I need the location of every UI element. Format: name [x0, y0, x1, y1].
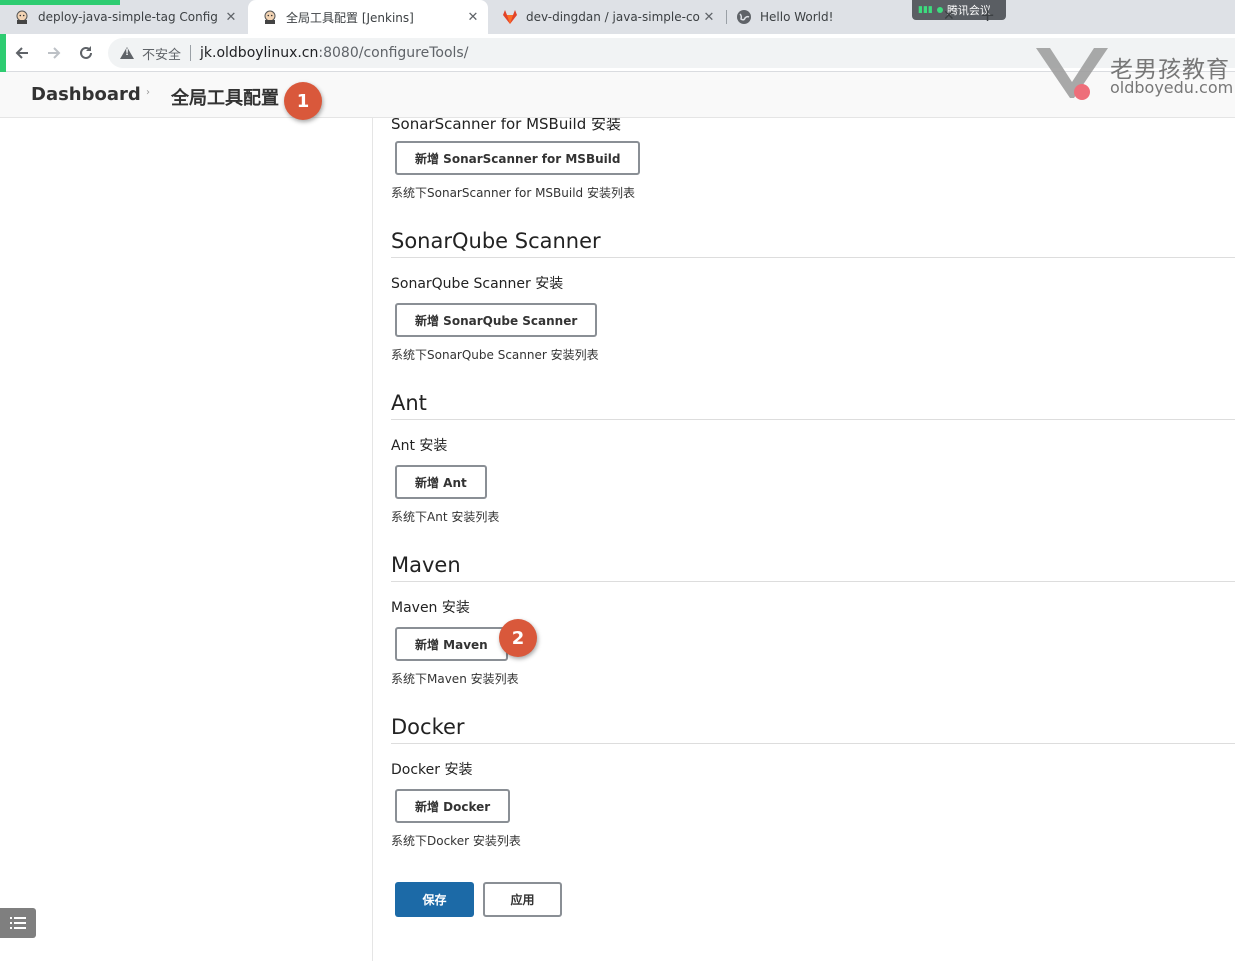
tab-hello-world[interactable]: Hello World! [722, 0, 912, 34]
new-tab-icon[interactable]: + [980, 5, 995, 26]
docker-label: Docker 安装 [391, 762, 473, 778]
list-icon [10, 917, 26, 929]
sonar-msbuild-hint: 系统下SonarScanner for MSBuild 安装列表 [391, 186, 635, 200]
maven-hint: 系统下Maven 安装列表 [391, 672, 519, 686]
close-icon[interactable]: ✕ [943, 8, 955, 24]
tab-title: Hello World! [760, 10, 834, 24]
divider [391, 419, 1235, 420]
url-host: jk.oldboylinux.cn [200, 45, 319, 61]
browser-tab-strip: deploy-java-simple-tag Config ✕ 全局工具配置 [… [0, 0, 1235, 34]
sonarqube-label: SonarQube Scanner 安装 [391, 276, 564, 292]
tab-title: 全局工具配置 [Jenkins] [286, 10, 414, 25]
warning-icon [120, 47, 134, 59]
jenkins-favicon-icon [262, 9, 278, 25]
ant-hint: 系统下Ant 安装列表 [391, 510, 500, 524]
close-icon[interactable]: ✕ [700, 10, 718, 25]
reload-icon[interactable] [75, 42, 97, 64]
list-toggle-button[interactable] [0, 908, 36, 938]
save-button[interactable]: 保存 [395, 882, 474, 917]
side-panel [0, 118, 373, 961]
add-sonarscanner-msbuild-button[interactable]: 新增 SonarScanner for MSBuild [395, 141, 641, 175]
watermark-logo: 老男孩教育 oldboyedu.com [1034, 46, 1235, 104]
divider [190, 45, 192, 61]
breadcrumb-current[interactable]: 全局工具配置 [171, 84, 279, 110]
sonarqube-hint: 系统下SonarQube Scanner 安装列表 [391, 348, 599, 362]
tab-gitlab[interactable]: dev-dingdan / java-simple-co ✕ [488, 0, 724, 34]
close-icon[interactable]: ✕ [464, 10, 482, 25]
tab-title: dev-dingdan / java-simple-co [526, 10, 700, 24]
add-maven-button[interactable]: 新增 Maven [395, 627, 508, 661]
chevron-right-icon: › [146, 87, 150, 98]
add-ant-button[interactable]: 新增 Ant [395, 465, 487, 499]
ant-label: Ant 安装 [391, 438, 448, 454]
annotation-badge-1: 1 [284, 82, 322, 120]
logo-mark-icon [1036, 48, 1108, 100]
section-title-docker: Docker [391, 715, 465, 739]
jenkins-favicon-icon [14, 9, 30, 25]
maven-label: Maven 安装 [391, 600, 470, 616]
security-status[interactable]: 不安全 [142, 44, 181, 63]
close-icon[interactable]: ✕ [222, 10, 240, 25]
watermark-domain: oldboyedu.com [1110, 78, 1234, 97]
main-content: SonarScanner for MSBuild 安装 新增 SonarScan… [391, 118, 1235, 961]
divider [391, 257, 1235, 258]
apply-button[interactable]: 应用 [483, 882, 562, 917]
url-path: :8080/configureTools/ [318, 45, 469, 61]
forward-icon[interactable] [43, 42, 65, 64]
section-title-ant: Ant [391, 391, 427, 415]
signal-icon: ▮▮▮ [918, 5, 933, 15]
tab-global-tools[interactable]: 全局工具配置 [Jenkins] ✕ [248, 0, 488, 34]
add-docker-button[interactable]: 新增 Docker [395, 789, 511, 823]
section-title-maven: Maven [391, 553, 461, 577]
divider [391, 581, 1235, 582]
docker-hint: 系统下Docker 安装列表 [391, 834, 521, 848]
back-icon[interactable] [11, 42, 33, 64]
section-title-sonarqube: SonarQube Scanner [391, 229, 601, 253]
add-sonarqube-button[interactable]: 新增 SonarQube Scanner [395, 303, 598, 337]
sonar-msbuild-label: SonarScanner for MSBuild 安装 [391, 118, 621, 133]
status-dot-icon [936, 7, 943, 13]
gitlab-favicon-icon [502, 9, 518, 25]
globe-icon [736, 9, 752, 25]
annotation-badge-2: 2 [499, 619, 537, 657]
tab-deploy-config[interactable]: deploy-java-simple-tag Config ✕ [0, 0, 246, 34]
divider [391, 743, 1235, 744]
breadcrumb-dashboard[interactable]: Dashboard [31, 84, 141, 105]
tab-title: deploy-java-simple-tag Config [38, 10, 218, 24]
